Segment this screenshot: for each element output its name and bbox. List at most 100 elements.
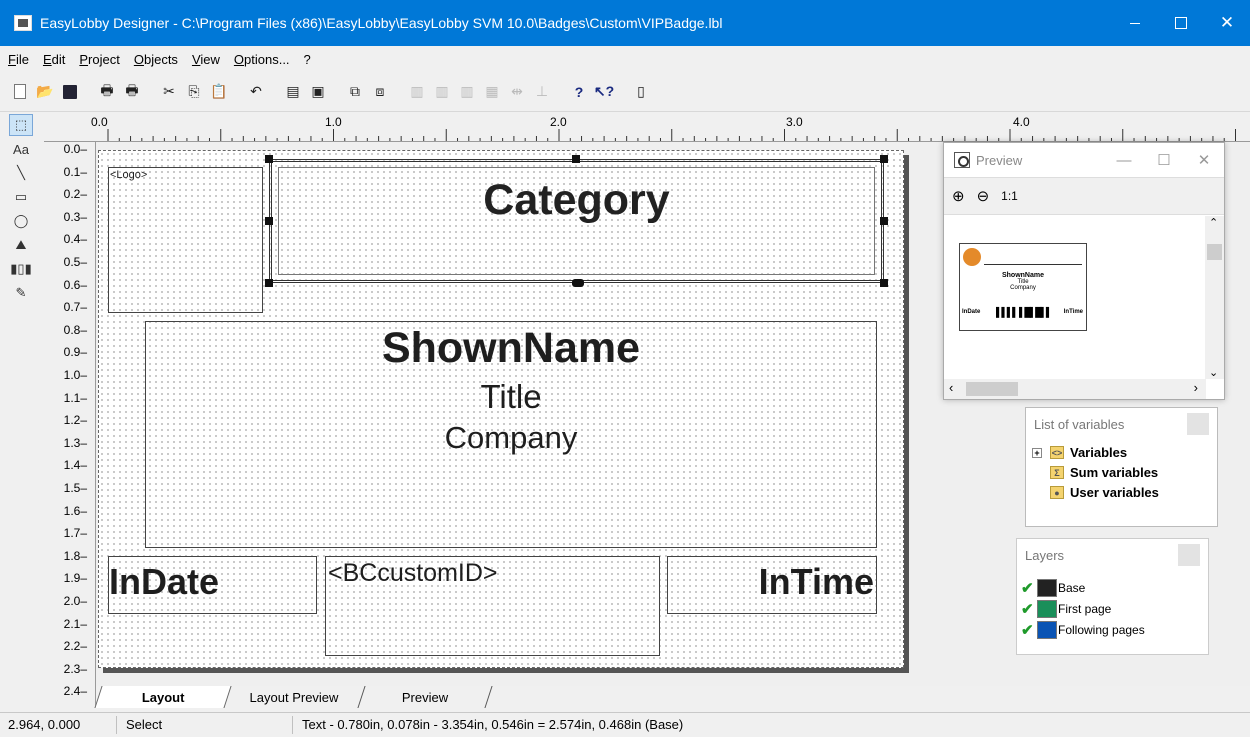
layer-item[interactable]: ✔ First page (1021, 600, 1111, 618)
badge-canvas[interactable]: <Logo> Category ShownName Title Company … (98, 150, 904, 668)
window-title: EasyLobby Designer - C:\Program Files (x… (40, 15, 723, 31)
zoom-in-icon[interactable]: ⊕ (952, 187, 965, 205)
menu-project[interactable]: Project (79, 52, 119, 67)
preview-window[interactable]: Preview — ☐ ✕ ⊕ ⊖ 1:1 ShownName Title Co… (943, 142, 1225, 400)
zoom-out-icon[interactable]: ⊖ (977, 187, 990, 205)
variables-tree-item[interactable]: + <> Variables (1032, 445, 1127, 460)
preview-minimize-button[interactable]: — (1104, 143, 1144, 177)
tab-layout-preview[interactable]: Layout Preview (234, 686, 354, 708)
barcode-tool-icon[interactable]: ▮▯▮ (9, 258, 33, 280)
exit-icon[interactable]: ▯ (631, 82, 651, 102)
size-icon[interactable]: ⊥ (532, 82, 552, 102)
scroll-up-icon[interactable]: ⌃ (1209, 216, 1218, 229)
properties-icon[interactable]: ▤ (283, 82, 303, 102)
resize-handle[interactable] (880, 217, 888, 225)
scroll-down-icon[interactable]: ⌄ (1209, 366, 1218, 379)
barcode-object[interactable]: <BCcustomID> (325, 556, 660, 656)
scroll-left-icon[interactable]: ‹ (949, 380, 953, 395)
zoom-reset-button[interactable]: 1:1 (1001, 189, 1018, 203)
print-preview-icon[interactable]: 🖶 (122, 82, 142, 102)
distribute-icon[interactable]: ▦ (482, 82, 502, 102)
paste-icon[interactable]: 📋 (209, 82, 229, 102)
variables-panel-close-button[interactable] (1187, 413, 1209, 435)
scroll-right-icon[interactable]: › (1194, 380, 1198, 395)
rectangle-tool-icon[interactable]: ▭ (9, 186, 33, 208)
minimize-button[interactable] (1112, 0, 1158, 46)
text-tool-icon[interactable]: Aa (9, 138, 33, 160)
logo-object[interactable]: <Logo> (108, 167, 263, 313)
close-button[interactable]: ✕ (1204, 0, 1250, 46)
menu-help[interactable]: ? (304, 52, 311, 67)
expand-icon[interactable]: + (1032, 447, 1042, 458)
page-setup-icon[interactable]: ▣ (308, 82, 328, 102)
variables-item-label: Variables (1070, 445, 1128, 460)
layers-panel-close-button[interactable] (1178, 544, 1200, 566)
resize-handle[interactable] (880, 279, 888, 287)
preview-horizontal-scrollbar[interactable]: ‹ › (944, 379, 1206, 399)
layer-name: First page (1058, 602, 1112, 616)
mini-company: Company (1010, 285, 1036, 291)
scroll-thumb[interactable] (966, 382, 1018, 396)
ruler-label: 2.1– (63, 616, 87, 631)
tab-layout[interactable]: Layout (94, 686, 232, 708)
maximize-button[interactable] (1158, 0, 1204, 46)
help-icon[interactable]: ? (569, 82, 589, 102)
bring-front-icon[interactable]: ⧉ (345, 82, 365, 102)
context-help-icon[interactable]: ↖? (594, 82, 614, 102)
menu-view[interactable]: View (192, 52, 220, 67)
ruler-label: 1.8– (63, 548, 87, 563)
sum-variables-label: Sum variables (1070, 465, 1159, 480)
check-icon[interactable]: ✔ (1021, 579, 1035, 597)
resize-handle[interactable] (265, 217, 273, 225)
category-object[interactable]: Category (269, 159, 884, 283)
save-icon[interactable] (60, 82, 80, 102)
resize-handle[interactable] (572, 155, 580, 163)
folder-icon: <> (1050, 446, 1064, 459)
new-icon[interactable] (10, 82, 30, 102)
scroll-thumb[interactable] (1207, 244, 1222, 260)
resize-handle[interactable] (880, 155, 888, 163)
line-tool-icon[interactable]: ╲ (9, 162, 33, 184)
align-left-icon[interactable]: ▥ (407, 82, 427, 102)
select-tool-icon[interactable]: ⬚ (9, 114, 33, 136)
ruler-label: 1.0– (63, 368, 87, 382)
ruler-label: 3.0 (786, 115, 803, 129)
resize-handle[interactable] (265, 155, 273, 163)
preview-titlebar[interactable]: Preview — ☐ ✕ (944, 143, 1224, 177)
open-icon[interactable]: 📂 (35, 82, 55, 102)
layer-item[interactable]: ✔ Following pages (1021, 621, 1145, 639)
preview-area[interactable]: ShownName Title Company InDate ▌▌▌▌ ▌█▌█… (945, 216, 1205, 379)
cut-icon[interactable]: ✂ (159, 82, 179, 102)
layer-item[interactable]: ✔ Base (1021, 579, 1085, 597)
check-icon[interactable]: ✔ (1021, 600, 1035, 618)
in-time-object[interactable]: InTime (667, 556, 877, 614)
send-back-icon[interactable]: ⧈ (370, 82, 390, 102)
ruler-label: 1.9– (63, 571, 87, 586)
name-block[interactable]: ShownName Title Company (145, 321, 877, 548)
menu-edit[interactable]: Edit (43, 52, 65, 67)
image-tool-icon[interactable]: ⛰ (9, 234, 33, 256)
ellipse-tool-icon[interactable]: ◯ (9, 210, 33, 232)
copy-icon[interactable]: ⎘ (184, 82, 204, 102)
layers-panel: Layers ✔ Base ✔ First page ✔ Following p… (1016, 538, 1209, 655)
preview-close-button[interactable]: ✕ (1184, 143, 1224, 177)
in-date-object[interactable]: InDate (108, 556, 317, 614)
check-icon[interactable]: ✔ (1021, 621, 1035, 639)
preview-maximize-button[interactable]: ☐ (1144, 143, 1184, 177)
preview-vertical-scrollbar[interactable]: ⌃ ⌄ (1205, 216, 1224, 379)
print-icon[interactable]: 🖶 (97, 82, 117, 102)
space-icon[interactable]: ⇹ (507, 82, 527, 102)
variables-tree-item[interactable]: ● User variables (1050, 485, 1159, 500)
tab-preview[interactable]: Preview (366, 686, 484, 708)
formatted-text-tool-icon[interactable]: ✎ (9, 282, 33, 304)
menu-objects[interactable]: Objects (134, 52, 178, 67)
undo-icon[interactable]: ↶ (246, 82, 266, 102)
resize-handle[interactable] (265, 279, 273, 287)
menu-file[interactable]: File (8, 52, 29, 67)
resize-handle[interactable] (572, 279, 584, 287)
align-center-icon[interactable]: ▥ (432, 82, 452, 102)
align-right-icon[interactable]: ▥ (457, 82, 477, 102)
menu-options[interactable]: Options... (234, 52, 290, 67)
variables-tree-item[interactable]: Σ Sum variables (1050, 465, 1158, 480)
avatar-icon (963, 248, 981, 266)
